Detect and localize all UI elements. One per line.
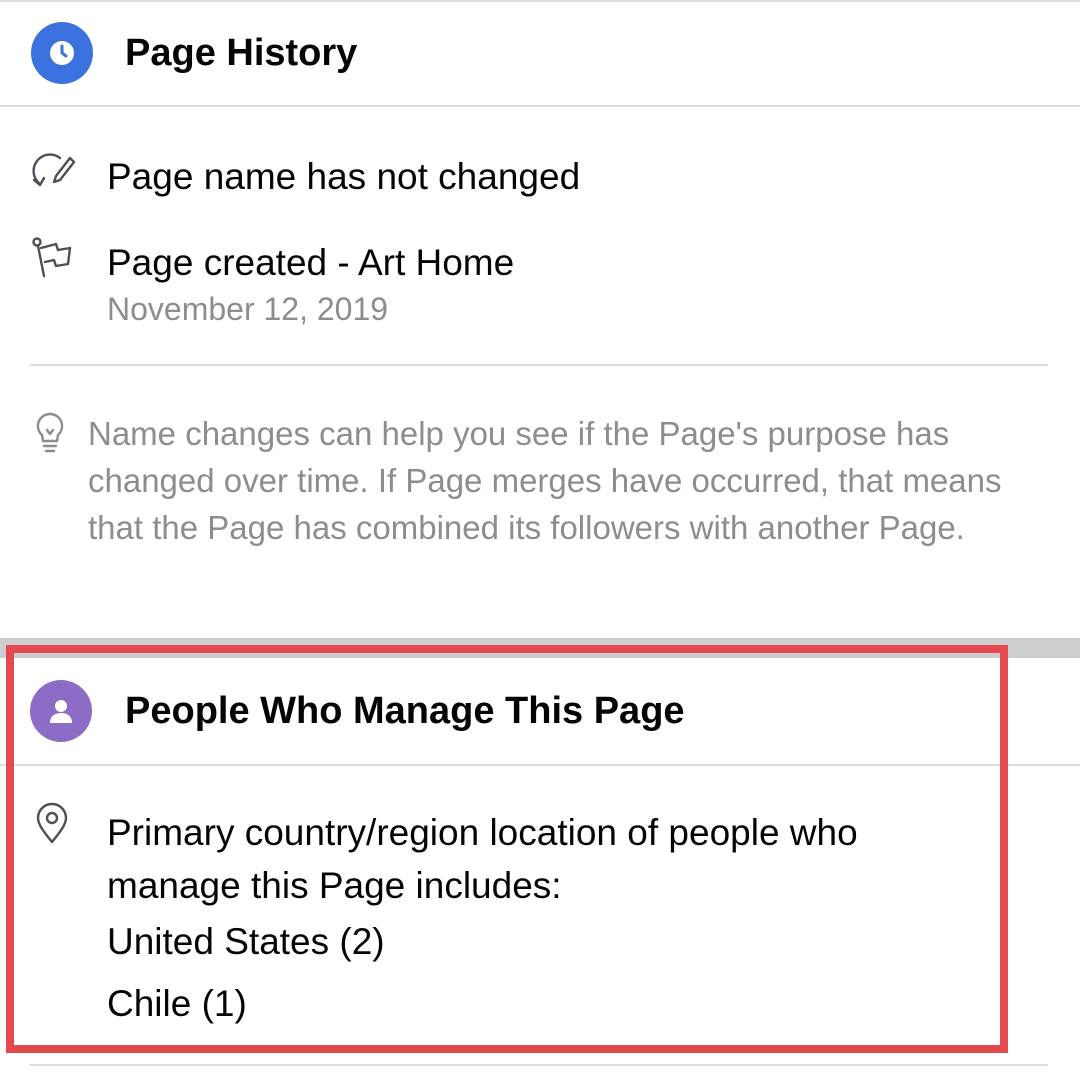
clock-icon — [31, 22, 93, 84]
bottom-divider — [30, 1064, 1048, 1066]
page-history-header-divider — [0, 105, 1080, 107]
page-created-date: November 12, 2019 — [107, 291, 389, 327]
page-history-title: Page History — [125, 32, 358, 74]
lightbulb-icon — [32, 410, 68, 459]
edit-history-icon — [30, 150, 76, 197]
name-change-tip: Name changes can help you see if the Pag… — [88, 415, 1002, 546]
page-created-text: Page created - Art Home — [107, 242, 515, 283]
flag-icon — [30, 236, 76, 285]
highlight-box — [6, 645, 1008, 1053]
name-change-status: Page name has not changed — [107, 156, 581, 197]
top-divider — [0, 0, 1080, 2]
page-history-inner-divider — [30, 364, 1048, 366]
